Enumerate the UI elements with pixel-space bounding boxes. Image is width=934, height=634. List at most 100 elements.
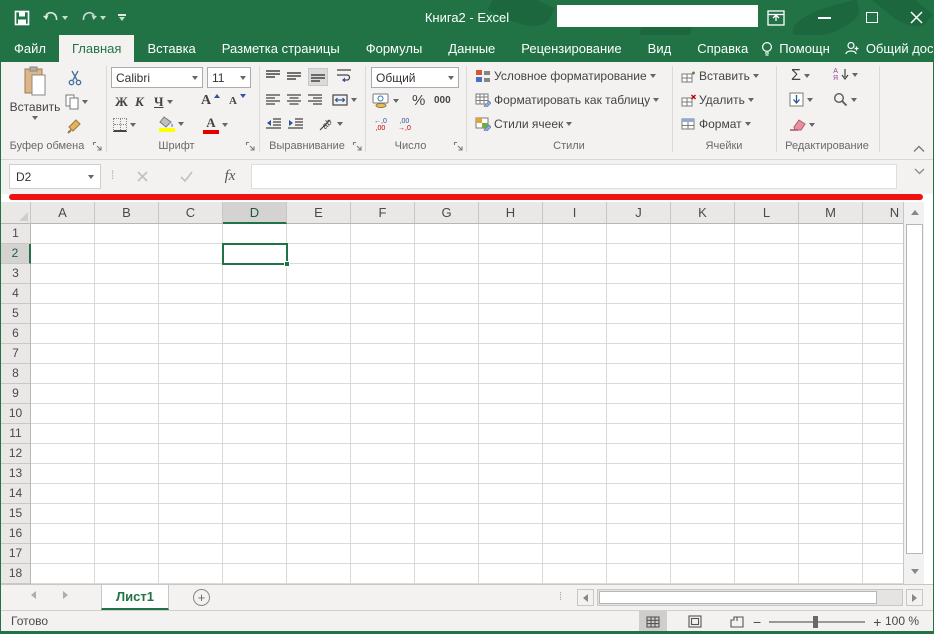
- column-header-K[interactable]: K: [671, 202, 735, 224]
- cell-N2[interactable]: [863, 244, 903, 264]
- cell-L7[interactable]: [735, 344, 799, 364]
- cell-C10[interactable]: [159, 404, 223, 424]
- cell-D7[interactable]: [223, 344, 287, 364]
- number-format-combo[interactable]: Общий: [371, 67, 459, 88]
- cell-N11[interactable]: [863, 424, 903, 444]
- cell-B7[interactable]: [95, 344, 159, 364]
- cell-A18[interactable]: [31, 564, 95, 584]
- row-header-17[interactable]: 17: [1, 544, 31, 564]
- horizontal-scroll-thumb[interactable]: [599, 591, 877, 604]
- new-sheet-button[interactable]: +: [193, 589, 210, 606]
- cell-L10[interactable]: [735, 404, 799, 424]
- cell-F10[interactable]: [351, 404, 415, 424]
- cell-L16[interactable]: [735, 524, 799, 544]
- cell-M10[interactable]: [799, 404, 863, 424]
- vertical-scroll-thumb[interactable]: [906, 224, 923, 554]
- font-size-combo[interactable]: 11: [207, 67, 251, 88]
- cell-N17[interactable]: [863, 544, 903, 564]
- cell-B6[interactable]: [95, 324, 159, 344]
- cell-M6[interactable]: [799, 324, 863, 344]
- cell-I4[interactable]: [543, 284, 607, 304]
- cell-M18[interactable]: [799, 564, 863, 584]
- find-select-button[interactable]: [833, 92, 857, 107]
- tab-page-layout[interactable]: Разметка страницы: [209, 35, 353, 62]
- cell-J14[interactable]: [607, 484, 671, 504]
- cell-M8[interactable]: [799, 364, 863, 384]
- cell-K15[interactable]: [671, 504, 735, 524]
- increase-indent-button[interactable]: [288, 118, 303, 130]
- cell-L18[interactable]: [735, 564, 799, 584]
- cell-C4[interactable]: [159, 284, 223, 304]
- cell-G6[interactable]: [415, 324, 479, 344]
- cell-D5[interactable]: [223, 304, 287, 324]
- cell-J6[interactable]: [607, 324, 671, 344]
- cell-H6[interactable]: [479, 324, 543, 344]
- cell-J2[interactable]: [607, 244, 671, 264]
- format-painter-button[interactable]: [67, 118, 83, 134]
- tab-scroll-splitter[interactable]: ⁞: [559, 591, 562, 603]
- cell-M13[interactable]: [799, 464, 863, 484]
- column-header-D[interactable]: D: [223, 202, 287, 224]
- cell-A13[interactable]: [31, 464, 95, 484]
- clear-button[interactable]: [789, 118, 815, 131]
- cell-B17[interactable]: [95, 544, 159, 564]
- tab-formulas[interactable]: Формулы: [353, 35, 436, 62]
- horizontal-scrollbar[interactable]: [597, 589, 903, 606]
- column-header-C[interactable]: C: [159, 202, 223, 224]
- cell-J3[interactable]: [607, 264, 671, 284]
- cancel-button[interactable]: [129, 164, 155, 189]
- column-header-B[interactable]: B: [95, 202, 159, 224]
- merge-center-button[interactable]: [332, 94, 357, 106]
- tab-view[interactable]: Вид: [635, 35, 685, 62]
- cell-D11[interactable]: [223, 424, 287, 444]
- cell-G9[interactable]: [415, 384, 479, 404]
- cell-C18[interactable]: [159, 564, 223, 584]
- cell-L11[interactable]: [735, 424, 799, 444]
- cell-E4[interactable]: [287, 284, 351, 304]
- alignment-dialog-launcher[interactable]: [352, 141, 363, 152]
- cell-L5[interactable]: [735, 304, 799, 324]
- cell-E8[interactable]: [287, 364, 351, 384]
- cell-C11[interactable]: [159, 424, 223, 444]
- formula-bar-splitter[interactable]: ⁞: [111, 168, 114, 182]
- cell-B4[interactable]: [95, 284, 159, 304]
- enter-button[interactable]: [173, 164, 199, 189]
- cell-J4[interactable]: [607, 284, 671, 304]
- row-header-5[interactable]: 5: [1, 304, 31, 324]
- normal-view-button[interactable]: [639, 611, 667, 632]
- increase-decimal-button[interactable]: ←,0 ,00: [374, 118, 387, 132]
- cell-E16[interactable]: [287, 524, 351, 544]
- cell-I16[interactable]: [543, 524, 607, 544]
- name-box[interactable]: D2: [9, 164, 101, 189]
- cell-K10[interactable]: [671, 404, 735, 424]
- cell-F7[interactable]: [351, 344, 415, 364]
- cell-E18[interactable]: [287, 564, 351, 584]
- cell-N9[interactable]: [863, 384, 903, 404]
- cell-L14[interactable]: [735, 484, 799, 504]
- cell-N13[interactable]: [863, 464, 903, 484]
- cell-L2[interactable]: [735, 244, 799, 264]
- cell-F1[interactable]: [351, 224, 415, 244]
- cell-G7[interactable]: [415, 344, 479, 364]
- font-dialog-launcher[interactable]: [245, 141, 256, 152]
- cell-C3[interactable]: [159, 264, 223, 284]
- cell-K8[interactable]: [671, 364, 735, 384]
- cell-D18[interactable]: [223, 564, 287, 584]
- cell-J12[interactable]: [607, 444, 671, 464]
- cell-C14[interactable]: [159, 484, 223, 504]
- insert-function-button[interactable]: fx: [217, 164, 243, 189]
- ribbon-display-options-button[interactable]: [759, 0, 793, 35]
- cell-J15[interactable]: [607, 504, 671, 524]
- decrease-indent-button[interactable]: [266, 118, 281, 130]
- next-sheet-button[interactable]: [63, 591, 68, 599]
- cell-D14[interactable]: [223, 484, 287, 504]
- align-right-button[interactable]: [308, 94, 322, 106]
- cell-styles-button[interactable]: Стили ячеек: [475, 117, 572, 131]
- cell-I2[interactable]: [543, 244, 607, 264]
- cell-C15[interactable]: [159, 504, 223, 524]
- row-header-11[interactable]: 11: [1, 424, 31, 444]
- cell-L13[interactable]: [735, 464, 799, 484]
- cell-H3[interactable]: [479, 264, 543, 284]
- cell-N6[interactable]: [863, 324, 903, 344]
- cell-D4[interactable]: [223, 284, 287, 304]
